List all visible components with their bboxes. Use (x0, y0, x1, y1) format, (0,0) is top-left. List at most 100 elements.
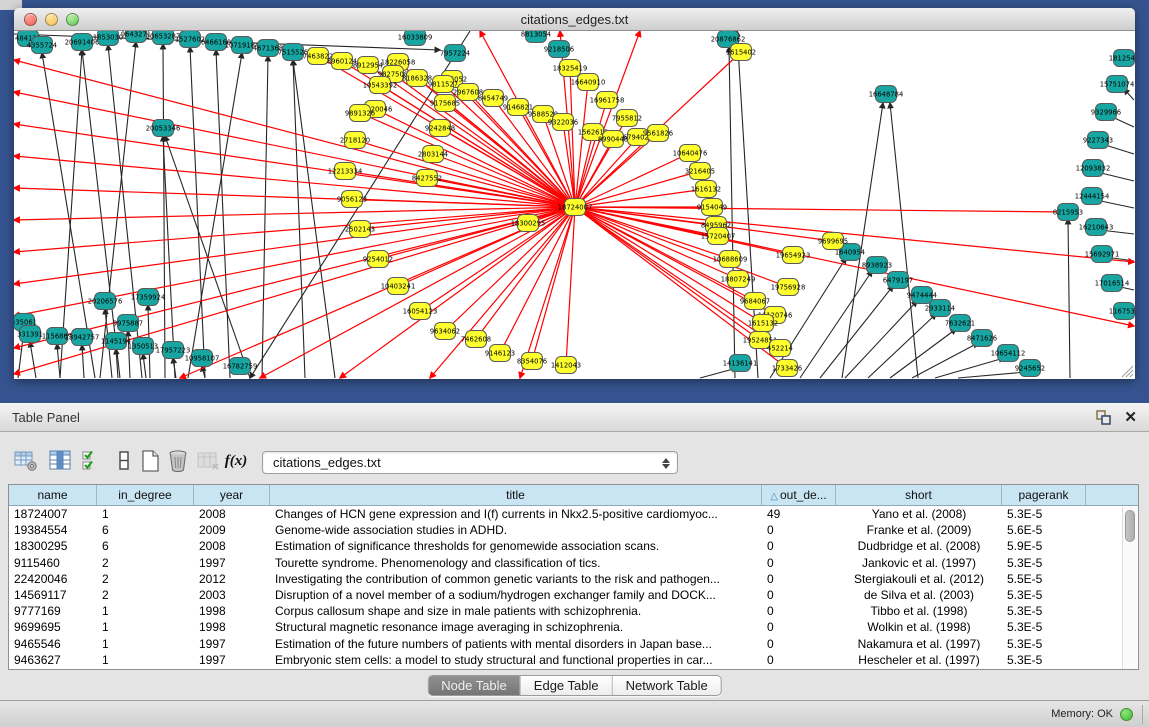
graph-node[interactable]: 8354076 (517, 353, 547, 370)
graph-node[interactable]: 9329966 (1091, 104, 1121, 121)
graph-edge[interactable] (340, 207, 575, 378)
graph-node[interactable]: 19654923 (776, 247, 811, 264)
table-cell[interactable]: 5.6E-5 (1002, 522, 1086, 538)
table-cell[interactable]: 2012 (194, 571, 270, 587)
column-header-short[interactable]: short (836, 485, 1002, 505)
table-cell[interactable] (1086, 652, 1123, 668)
graph-node[interactable]: 16210643 (1079, 219, 1114, 236)
graph-edge[interactable] (575, 132, 593, 207)
tab-edge-table[interactable]: Edge Table (521, 676, 613, 695)
graph-node[interactable]: 1350513 (128, 338, 158, 355)
table-cell[interactable]: 0 (762, 555, 836, 571)
table-cell[interactable]: 0 (762, 522, 836, 538)
table-view-icon[interactable] (110, 447, 138, 475)
table-cell[interactable]: 1 (97, 603, 194, 619)
graph-node[interactable]: 9254012 (363, 251, 393, 268)
table-cell[interactable]: 2009 (194, 522, 270, 538)
graph-node[interactable]: 8938923 (862, 257, 892, 274)
table-cell[interactable]: 18724007 (9, 506, 97, 522)
graph-edge[interactable] (14, 207, 575, 348)
network-graph[interactable]: 4841304355724206914061853030964327110653… (14, 31, 1135, 379)
table-selector-dropdown[interactable]: citations_edges.txt (262, 451, 678, 474)
table-cell[interactable]: 9463627 (9, 652, 97, 668)
table-cell[interactable]: 5.3E-5 (1002, 587, 1086, 603)
graph-edge[interactable] (1068, 219, 1070, 378)
table-cell[interactable]: 0 (762, 587, 836, 603)
table-cell[interactable]: 5.3E-5 (1002, 636, 1086, 652)
column-header-out_de...[interactable]: △out_de... (762, 485, 836, 505)
table-cell[interactable]: Embryonic stem cells: a model to study s… (270, 652, 762, 668)
column-header-title[interactable]: title (270, 485, 762, 505)
graph-node[interactable]: 20206576 (88, 293, 123, 310)
select-rows-icon[interactable] (78, 447, 106, 475)
table-cell[interactable]: Estimation of the future numbers of pati… (270, 636, 762, 652)
table-cell[interactable]: Wolkin et al. (1998) (836, 619, 1002, 635)
table-cell[interactable]: 0 (762, 603, 836, 619)
table-row[interactable]: 911546021997Tourette syndrome. Phenomeno… (9, 555, 1138, 571)
table-cell[interactable]: 2 (97, 571, 194, 587)
graph-node[interactable]: 1412043 (551, 357, 581, 374)
create-column-icon[interactable] (136, 447, 164, 475)
graph-node[interactable]: 1616132 (691, 181, 721, 198)
graph-node[interactable]: 13942757 (65, 329, 100, 346)
graph-node[interactable]: 15751074 (1100, 76, 1135, 93)
column-visibility-icon[interactable] (46, 447, 74, 475)
table-cell[interactable]: 9777169 (9, 603, 97, 619)
table-cell[interactable]: 0 (762, 619, 836, 635)
table-row[interactable]: 1456911722003Disruption of a novel membe… (9, 587, 1138, 603)
table-cell[interactable]: 9465546 (9, 636, 97, 652)
memory-ok-indicator-icon[interactable] (1120, 708, 1133, 721)
graph-edge[interactable] (180, 207, 575, 378)
vertical-scrollbar[interactable] (1122, 507, 1137, 670)
table-cell[interactable] (1086, 506, 1123, 522)
window-titlebar[interactable]: citations_edges.txt (14, 8, 1135, 31)
table-cell[interactable]: 1997 (194, 555, 270, 571)
tab-network-table[interactable]: Network Table (613, 676, 721, 695)
graph-edge[interactable] (380, 85, 575, 207)
table-cell[interactable]: 18300295 (9, 538, 97, 554)
graph-edge[interactable] (912, 343, 978, 378)
graph-edge[interactable] (262, 56, 268, 378)
table-cell[interactable]: 1 (97, 652, 194, 668)
table-cell[interactable]: de Silva et al. (2003) (836, 587, 1002, 603)
graph-node[interactable]: 17016514 (1095, 275, 1130, 292)
table-cell[interactable]: 5.3E-5 (1002, 652, 1086, 668)
graph-node[interactable]: 8813054 (521, 31, 551, 43)
graph-node[interactable]: 20053346 (146, 120, 181, 137)
graph-node[interactable]: 7632621 (945, 315, 975, 332)
table-row[interactable]: 1830029562008Estimation of significance … (9, 538, 1138, 554)
network-canvas[interactable]: 4841304355724206914061853030964327110653… (14, 31, 1135, 379)
table-cell[interactable]: 22420046 (9, 571, 97, 587)
table-cell[interactable]: Stergiakouli et al. (2012) (836, 571, 1002, 587)
graph-node[interactable]: 9154049 (697, 199, 727, 216)
table-cell[interactable] (1086, 619, 1123, 635)
scrollbar-thumb[interactable] (1125, 510, 1135, 542)
function-builder-icon[interactable]: f(x) (222, 447, 250, 475)
graph-node[interactable]: 3216405 (685, 163, 715, 180)
table-cell[interactable]: 1 (97, 636, 194, 652)
table-cell[interactable]: 2 (97, 587, 194, 603)
table-row[interactable]: 2242004622012Investigating the contribut… (9, 571, 1138, 587)
graph-node[interactable]: 10688609 (713, 251, 748, 268)
table-cell[interactable]: 5.3E-5 (1002, 619, 1086, 635)
table-cell[interactable]: 2 (97, 555, 194, 571)
graph-node[interactable]: 16033809 (398, 31, 433, 46)
graph-node[interactable]: 19756928 (771, 279, 806, 296)
table-cell[interactable]: 9115460 (9, 555, 97, 571)
graph-edge[interactable] (575, 100, 607, 207)
column-header-pagerank[interactable]: pagerank (1002, 485, 1086, 505)
table-cell[interactable]: Changes of HCN gene expression and I(f) … (270, 506, 762, 522)
column-header-year[interactable]: year (194, 485, 270, 505)
graph-edge[interactable] (143, 354, 146, 378)
table-cell[interactable]: Corpus callosum shape and size in male p… (270, 603, 762, 619)
table-cell[interactable]: 6 (97, 522, 194, 538)
table-row[interactable]: 1872400712008Changes of HCN gene express… (9, 506, 1138, 522)
table-cell[interactable]: 5.3E-5 (1002, 506, 1086, 522)
table-cell[interactable]: Structural magnetic resonance image aver… (270, 619, 762, 635)
table-cell[interactable]: 1998 (194, 619, 270, 635)
graph-node[interactable]: 7462608 (461, 331, 491, 348)
table-cell[interactable]: 0 (762, 652, 836, 668)
graph-node[interactable]: 14136141 (723, 355, 758, 372)
graph-edge[interactable] (868, 314, 936, 378)
delete-columns-icon[interactable] (164, 447, 192, 475)
